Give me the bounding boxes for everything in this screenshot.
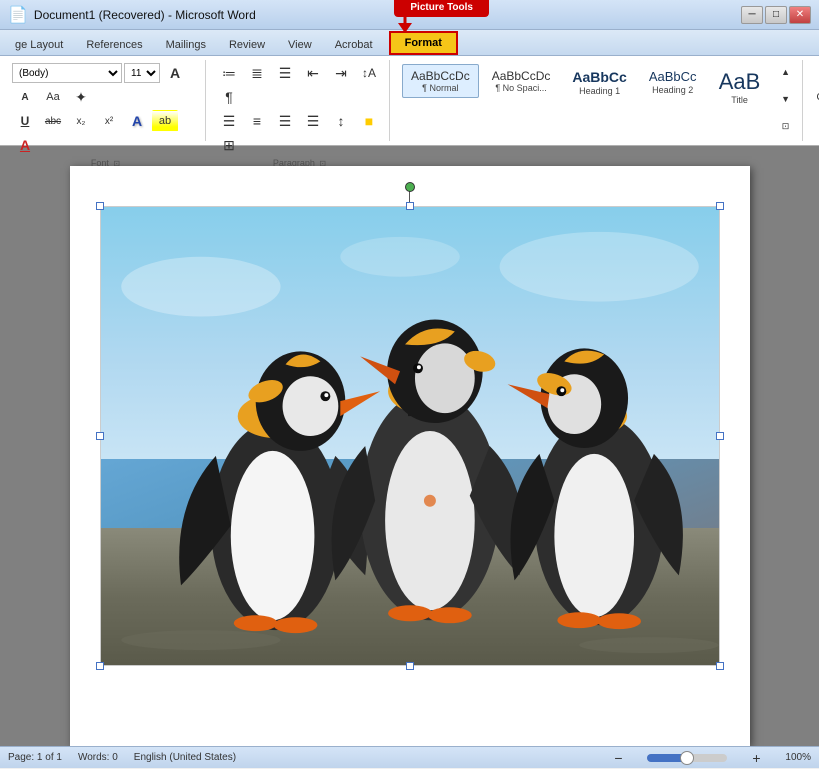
zoom-slider[interactable] — [647, 754, 727, 762]
zoom-in-button[interactable]: + — [743, 747, 769, 769]
styles-scroll-down[interactable]: ▼ — [778, 91, 794, 107]
styles-expand[interactable]: ⊡ — [778, 118, 794, 134]
tab-mailings[interactable]: Mailings — [155, 34, 217, 55]
document-page — [70, 166, 750, 746]
status-bar: Page: 1 of 1 Words: 0 English (United St… — [0, 746, 819, 768]
style-h1-label: Heading 1 — [579, 86, 620, 96]
change-styles-section: Aa Change ▼ Styles — [807, 60, 819, 141]
font-name-select[interactable]: (Body) Arial Calibri — [12, 63, 122, 83]
style-heading1[interactable]: AaBbCc Heading 1 — [563, 64, 635, 101]
change-case-button[interactable]: Aa — [40, 86, 66, 108]
tab-page-layout[interactable]: ge Layout — [4, 34, 74, 55]
subscript-button[interactable]: x₂ — [68, 110, 94, 132]
font-format-row: U abc x₂ x² A ab A — [12, 110, 199, 156]
styles-section: AaBbCcDc ¶ Normal AaBbCcDc ¶ No Spaci...… — [394, 60, 803, 141]
paragraph-section: ≔ ≣ ☰ ⇤ ⇥ ↕A ¶ ☰ ≡ ☰ ☰ ↕ ■ ⊞ Paragraph ⊡ — [210, 60, 390, 141]
style-nospacing-preview: AaBbCcDc — [492, 69, 551, 83]
penguins-svg — [101, 207, 719, 665]
word-count: Words: 0 — [78, 752, 118, 763]
close-button[interactable]: ✕ — [789, 6, 811, 24]
handle-bottom-left[interactable] — [96, 662, 104, 670]
text-effects-button[interactable]: A — [124, 110, 150, 132]
borders-button[interactable]: ⊞ — [216, 134, 242, 156]
grow-font-button[interactable]: A — [162, 62, 188, 84]
sort-button[interactable]: ↕A — [356, 62, 382, 84]
handle-bottom-right[interactable] — [716, 662, 724, 670]
zoom-level: 100% — [785, 752, 811, 763]
bold-button[interactable]: U — [12, 110, 38, 132]
font-size-select[interactable]: 11 12 14 — [124, 63, 160, 83]
style-no-spacing[interactable]: AaBbCcDc ¶ No Spaci... — [483, 64, 560, 98]
maximize-button[interactable]: □ — [765, 6, 787, 24]
multilevel-list-button[interactable]: ☰ — [272, 62, 298, 84]
style-h1-preview: AaBbCc — [572, 69, 626, 86]
bullets-button[interactable]: ≔ — [216, 62, 242, 84]
style-normal-preview: AaBbCcDc — [411, 69, 470, 83]
penguin-image — [100, 206, 720, 666]
language: English (United States) — [134, 752, 236, 763]
align-center-button[interactable]: ≡ — [244, 110, 270, 132]
align-row: ☰ ≡ ☰ ☰ ↕ ■ ⊞ — [216, 110, 383, 156]
numbering-button[interactable]: ≣ — [244, 62, 270, 84]
superscript-button[interactable]: x² — [96, 110, 122, 132]
style-nospacing-label: ¶ No Spaci... — [495, 83, 546, 93]
show-para-button[interactable]: ¶ — [216, 86, 242, 108]
handle-bottom-center[interactable] — [406, 662, 414, 670]
shading-button[interactable]: ■ — [356, 110, 382, 132]
font-color-button[interactable]: A — [12, 134, 38, 156]
font-name-row: (Body) Arial Calibri 11 12 14 A A Aa ✦ — [12, 62, 199, 108]
increase-indent-button[interactable]: ⇥ — [328, 62, 354, 84]
red-arrow-annotation — [397, 7, 437, 36]
title-bar-text: Document1 (Recovered) - Microsoft Word — [34, 8, 256, 22]
align-left-button[interactable]: ☰ — [216, 110, 242, 132]
font-section: (Body) Arial Calibri 11 12 14 A A Aa ✦ U… — [6, 60, 206, 141]
handle-top-right[interactable] — [716, 202, 724, 210]
decrease-indent-button[interactable]: ⇤ — [300, 62, 326, 84]
tab-view[interactable]: View — [277, 34, 323, 55]
ribbon-toolbar: (Body) Arial Calibri 11 12 14 A A Aa ✦ U… — [0, 56, 819, 146]
strikethrough-button[interactable]: abc — [40, 110, 66, 132]
list-row: ≔ ≣ ☰ ⇤ ⇥ ↕A ¶ — [216, 62, 383, 108]
document-area — [0, 146, 819, 746]
tab-acrobat[interactable]: Acrobat — [324, 34, 384, 55]
zoom-out-button[interactable]: − — [605, 747, 631, 769]
style-normal-label: ¶ Normal — [422, 83, 458, 93]
style-title-label: Title — [731, 95, 748, 105]
page-info: Page: 1 of 1 — [8, 752, 62, 763]
clear-format-button[interactable]: ✦ — [68, 86, 94, 108]
window-controls[interactable]: ─ □ ✕ — [741, 6, 811, 24]
styles-scroll-up[interactable]: ▲ — [778, 64, 794, 80]
style-normal[interactable]: AaBbCcDc ¶ Normal — [402, 64, 479, 98]
line-spacing-button[interactable]: ↕ — [328, 110, 354, 132]
tab-references[interactable]: References — [75, 34, 153, 55]
rotation-handle[interactable] — [405, 182, 415, 192]
shrink-font-button[interactable]: A — [12, 86, 38, 108]
ribbon-tabs: ge Layout References Mailings Review Vie… — [0, 30, 819, 56]
handle-middle-left[interactable] — [96, 432, 104, 440]
handle-top-left[interactable] — [96, 202, 104, 210]
justify-button[interactable]: ☰ — [300, 110, 326, 132]
style-h2-label: Heading 2 — [652, 85, 693, 95]
style-heading2[interactable]: AaBbCc Heading 2 — [640, 64, 706, 100]
handle-middle-right[interactable] — [716, 432, 724, 440]
handle-top-center[interactable] — [406, 202, 414, 210]
image-container[interactable] — [100, 206, 720, 666]
style-h2-preview: AaBbCc — [649, 69, 697, 85]
minimize-button[interactable]: ─ — [741, 6, 763, 24]
style-title[interactable]: AaB Title — [710, 64, 770, 110]
tab-review[interactable]: Review — [218, 34, 276, 55]
highlight-button[interactable]: ab — [152, 110, 178, 132]
style-title-preview: AaB — [719, 69, 761, 95]
align-right-button[interactable]: ☰ — [272, 110, 298, 132]
